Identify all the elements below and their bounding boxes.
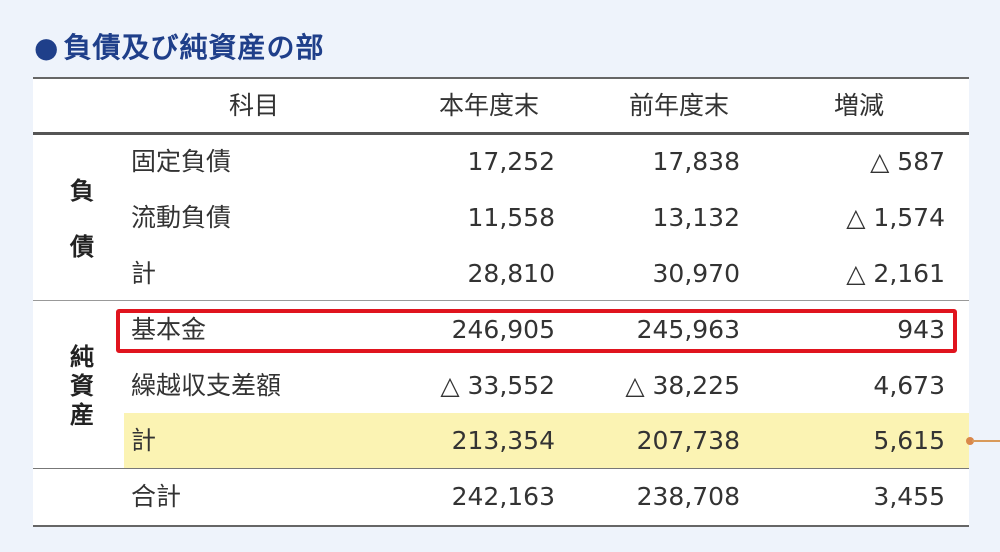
- row-label: 繰越収支差額: [131, 371, 282, 400]
- row-change: 3,455: [873, 482, 945, 511]
- row-label: 合計: [131, 482, 182, 511]
- group-char: 純: [70, 343, 94, 371]
- row-previous: 17,838: [652, 147, 740, 176]
- row-previous: 245,963: [636, 315, 740, 344]
- row-current: 17,252: [467, 147, 555, 176]
- row-label: 基本金: [131, 315, 207, 344]
- row-previous: 30,970: [652, 259, 740, 288]
- row-change: 943: [897, 315, 945, 344]
- row-label: 計: [131, 259, 157, 288]
- row-previous: △ 38,225: [625, 371, 740, 400]
- row-change: 5,615: [873, 426, 945, 455]
- group-label-net-assets: 純 資 産: [67, 343, 97, 430]
- balance-table: 科目 本年度末 前年度末 増減 負 債 純 資 産 固定負債 17,252 17…: [33, 77, 969, 527]
- row-current: 213,354: [451, 426, 555, 455]
- title-bullet-icon: ●: [34, 31, 60, 64]
- row-change: 4,673: [873, 371, 945, 400]
- row-label: 計: [131, 426, 157, 455]
- group-label-liabilities: 負 債: [67, 177, 97, 262]
- header-change: 増減: [834, 91, 885, 120]
- row-change: △ 1,574: [846, 203, 945, 232]
- header-item: 科目: [229, 91, 280, 120]
- row-change: △ 587: [870, 147, 945, 176]
- row-current: 28,810: [467, 259, 555, 288]
- total-divider: [33, 468, 969, 469]
- row-previous: 238,708: [636, 482, 740, 511]
- group-char: 資: [70, 372, 94, 400]
- row-current: 242,163: [451, 482, 555, 511]
- header-current: 本年度末: [439, 91, 540, 120]
- row-current: △ 33,552: [440, 371, 555, 400]
- group-char: 負: [70, 177, 94, 205]
- row-change: △ 2,161: [846, 259, 945, 288]
- row-previous: 207,738: [636, 426, 740, 455]
- section-title: ● 負債及び純資産の部: [34, 26, 324, 66]
- row-current: 246,905: [451, 315, 555, 344]
- group-divider: [33, 300, 969, 301]
- group-char: 産: [70, 401, 94, 429]
- row-label: 流動負債: [131, 203, 232, 232]
- header-previous: 前年度末: [629, 91, 730, 120]
- row-previous: 13,132: [652, 203, 740, 232]
- connector-line: [972, 440, 1000, 442]
- row-current: 11,558: [467, 203, 555, 232]
- header-divider: [33, 132, 969, 135]
- section-title-text: 負債及び純資産の部: [63, 31, 325, 64]
- group-char: 債: [70, 233, 94, 261]
- row-label: 固定負債: [131, 147, 232, 176]
